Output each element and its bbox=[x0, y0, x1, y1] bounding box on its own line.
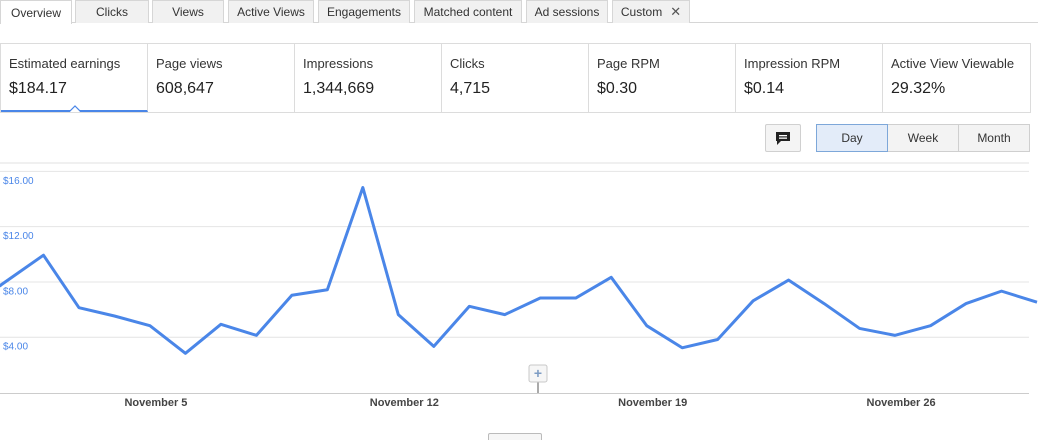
metric-impression-rpm[interactable]: Impression RPM $0.14 bbox=[736, 44, 883, 112]
metric-page-rpm[interactable]: Page RPM $0.30 bbox=[589, 44, 736, 112]
tab-matched-content[interactable]: Matched content bbox=[414, 0, 522, 23]
metric-label: Impression RPM bbox=[744, 56, 841, 71]
metric-clicks[interactable]: Clicks 4,715 bbox=[442, 44, 589, 112]
comment-icon bbox=[776, 131, 790, 145]
plus-icon: + bbox=[534, 365, 542, 381]
metric-estimated-earnings[interactable]: Estimated earnings $184.17 bbox=[1, 44, 148, 112]
metric-label: Estimated earnings bbox=[9, 56, 121, 71]
report-tab-strip: Overview Clicks Views Active Views Engag… bbox=[0, 0, 1038, 24]
tab-label: Views bbox=[172, 5, 204, 19]
tab-label: Matched content bbox=[423, 5, 513, 19]
metric-page-views[interactable]: Page views 608,647 bbox=[148, 44, 295, 112]
period-label: Day bbox=[841, 131, 863, 145]
tab-label: Clicks bbox=[96, 5, 128, 19]
y-tick-label: $16.00 bbox=[3, 176, 34, 187]
selected-caret-icon bbox=[69, 105, 81, 112]
tab-clicks[interactable]: Clicks bbox=[75, 0, 149, 23]
annotations-button[interactable] bbox=[765, 124, 801, 152]
tab-custom[interactable]: Custom ✕ bbox=[612, 0, 690, 23]
period-week-button[interactable]: Week bbox=[887, 124, 959, 152]
tab-overview[interactable]: Overview bbox=[0, 0, 72, 24]
resize-handle[interactable] bbox=[488, 433, 542, 440]
metric-value: $0.14 bbox=[744, 80, 785, 97]
metric-active-view-viewable[interactable]: Active View Viewable 29.32% bbox=[883, 44, 1030, 112]
period-label: Week bbox=[907, 131, 939, 145]
x-tick-label: November 19 bbox=[618, 397, 687, 409]
tab-label: Overview bbox=[10, 5, 61, 20]
earnings-line-chart: $4.00 $8.00 $12.00 $16.00 November 5 November… bbox=[0, 162, 1038, 409]
metric-label: Impressions bbox=[303, 56, 374, 71]
tab-label: Active Views bbox=[237, 5, 305, 19]
metric-label: Page RPM bbox=[597, 56, 660, 71]
x-tick-label: November 5 bbox=[124, 397, 187, 409]
y-tick-label: $4.00 bbox=[3, 342, 28, 353]
y-tick-label: $8.00 bbox=[3, 286, 28, 297]
period-day-button[interactable]: Day bbox=[816, 124, 888, 152]
tab-engagements[interactable]: Engagements bbox=[318, 0, 410, 23]
metric-value: 4,715 bbox=[450, 80, 491, 97]
metric-value: 1,344,669 bbox=[303, 80, 375, 97]
metric-label: Active View Viewable bbox=[891, 56, 1015, 71]
metric-impressions[interactable]: Impressions 1,344,669 bbox=[295, 44, 442, 112]
x-tick-label: November 12 bbox=[370, 397, 439, 409]
tab-label: Custom bbox=[620, 5, 663, 19]
metric-value: 608,647 bbox=[156, 80, 214, 97]
metric-value: $0.30 bbox=[597, 80, 638, 97]
metric-label: Clicks bbox=[450, 56, 485, 71]
period-label: Month bbox=[977, 131, 1011, 145]
tab-active-views[interactable]: Active Views bbox=[228, 0, 314, 23]
tab-views[interactable]: Views bbox=[152, 0, 224, 23]
series-line bbox=[0, 185, 1038, 355]
close-icon[interactable]: ✕ bbox=[670, 4, 681, 20]
tab-label: Engagements bbox=[326, 5, 402, 19]
metrics-bar: Estimated earnings $184.17 Page views 60… bbox=[0, 43, 1031, 113]
metric-value: 29.32% bbox=[891, 80, 946, 97]
metric-value: $184.17 bbox=[9, 80, 67, 97]
tab-ad-sessions[interactable]: Ad sessions bbox=[526, 0, 608, 23]
x-tick-label: November 26 bbox=[867, 397, 936, 409]
metric-label: Page views bbox=[156, 56, 223, 71]
period-month-button[interactable]: Month bbox=[958, 124, 1030, 152]
y-tick-label: $12.00 bbox=[3, 231, 34, 242]
tab-label: Ad sessions bbox=[534, 5, 600, 19]
